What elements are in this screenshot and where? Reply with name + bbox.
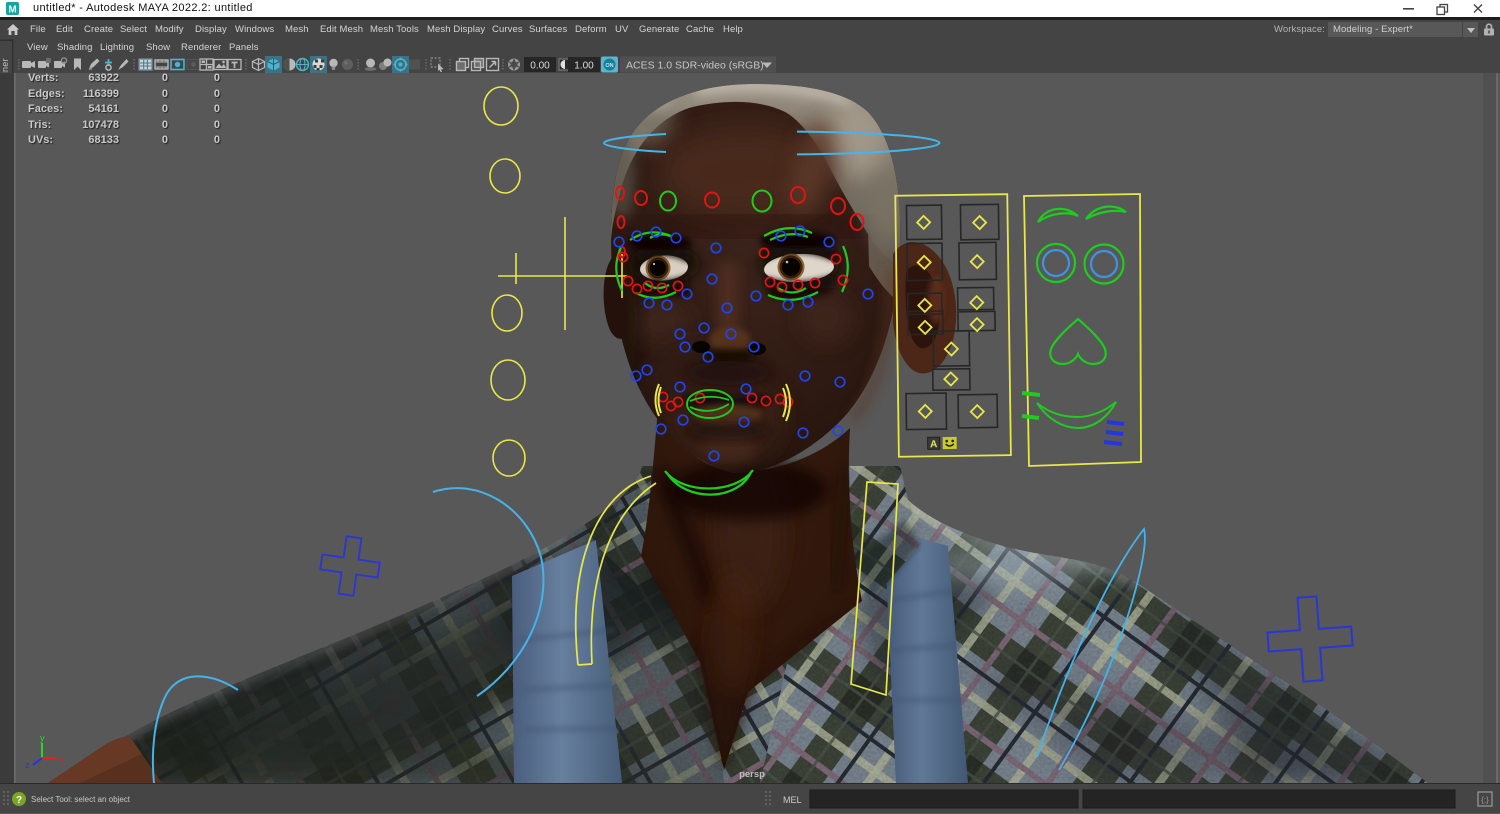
- svg-text:{;}: {;}: [1481, 796, 1489, 805]
- svg-text:z: z: [25, 760, 30, 770]
- svg-text:1.00: 1.00: [574, 61, 594, 72]
- svg-text:ACES 1.0 SDR-video (sRGB): ACES 1.0 SDR-video (sRGB): [626, 60, 764, 72]
- svg-text:x: x: [59, 754, 64, 764]
- svg-text:?: ?: [16, 795, 22, 806]
- svg-text:A: A: [930, 439, 937, 450]
- svg-text:Select Tool: select an object: Select Tool: select an object: [31, 795, 131, 804]
- svg-text:persp: persp: [739, 769, 765, 780]
- svg-text:0.00: 0.00: [530, 61, 550, 72]
- svg-text:y: y: [40, 733, 45, 743]
- svg-text:ON: ON: [605, 63, 613, 69]
- svg-text:M: M: [8, 5, 16, 16]
- svg-text:MEL: MEL: [783, 795, 802, 805]
